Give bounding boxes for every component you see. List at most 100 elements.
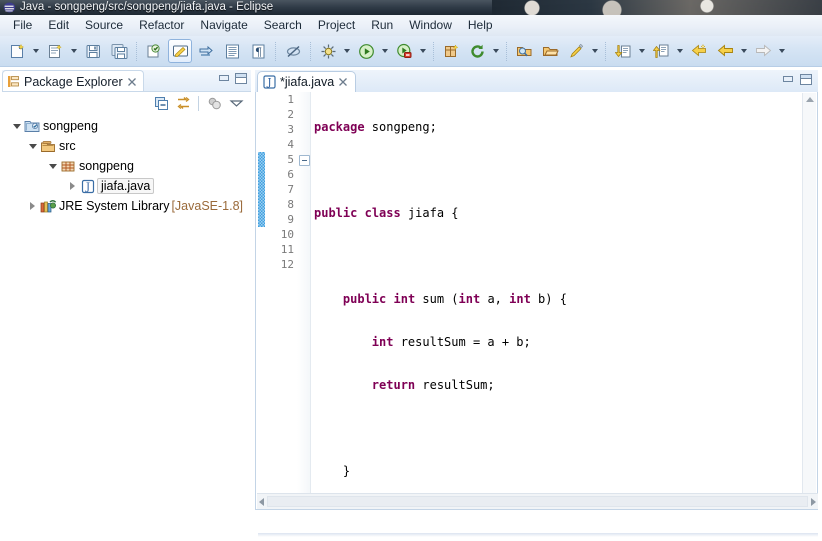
- run-external-tools-dropdown-arrow[interactable]: [417, 40, 428, 62]
- tree-item-source-folder[interactable]: src: [2, 136, 251, 156]
- run-icon[interactable]: [354, 39, 378, 63]
- menu-item-search[interactable]: Search: [256, 16, 310, 35]
- close-icon[interactable]: [338, 77, 348, 87]
- search-dropdown-arrow[interactable]: [589, 40, 600, 62]
- code-line: public int sum (int a, int b) {: [342, 292, 567, 306]
- skip-breakpoints-icon[interactable]: [281, 39, 305, 63]
- code-line: package songpeng;: [314, 120, 437, 134]
- twisty-open-icon[interactable]: [10, 116, 23, 136]
- editor-horizontal-scrollbar[interactable]: [257, 493, 818, 509]
- tab-package-explorer[interactable]: Package Explorer: [2, 70, 144, 92]
- next-annotation-icon[interactable]: [611, 39, 635, 63]
- eclipse-window: Java - songpeng/src/songpeng/jiafa.java …: [0, 0, 822, 541]
- eclipse-icon: [3, 2, 16, 13]
- close-icon[interactable]: [127, 77, 137, 87]
- line-number: 11: [280, 243, 294, 256]
- save-all-icon[interactable]: [107, 39, 131, 63]
- run-dropdown-arrow[interactable]: [379, 40, 390, 62]
- focus-on-active-task-icon[interactable]: [204, 94, 224, 113]
- open-task-icon[interactable]: [538, 39, 562, 63]
- refresh-icon[interactable]: [465, 39, 489, 63]
- new-wizard-dropdown-arrow[interactable]: [30, 40, 41, 62]
- menu-item-help[interactable]: Help: [460, 16, 501, 35]
- source-folder-icon: [39, 136, 57, 156]
- forward-dropdown-arrow[interactable]: [776, 40, 787, 62]
- scroll-left-arrow[interactable]: [259, 498, 264, 506]
- export-icon[interactable]: [194, 39, 218, 63]
- tree-item-java-file[interactable]: J jiafa.java: [2, 176, 251, 196]
- scroll-track[interactable]: [267, 496, 808, 507]
- code-line: int resultSum = a + b;: [371, 335, 531, 349]
- new-java-project-icon[interactable]: [439, 39, 463, 63]
- twisty-open-icon[interactable]: [46, 156, 59, 176]
- toggle-block-selection-icon[interactable]: [220, 39, 244, 63]
- debug-dropdown-arrow[interactable]: [341, 40, 352, 62]
- editor-panel: J *jiafa.java 1 2 3 4 5 6 7 8 9 10 11 12…: [255, 70, 818, 531]
- menu-item-file[interactable]: File: [5, 16, 40, 35]
- fold-collapse-icon[interactable]: [299, 155, 310, 166]
- new-java-class-icon[interactable]: [142, 39, 166, 63]
- line-number: 6: [287, 168, 294, 181]
- show-whitespace-icon[interactable]: ¶: [246, 39, 270, 63]
- back-dropdown-arrow[interactable]: [738, 40, 749, 62]
- line-number: 1: [287, 93, 294, 106]
- forward-icon[interactable]: [751, 39, 775, 63]
- package-explorer-toolbar: [2, 92, 251, 115]
- twisty-closed-icon[interactable]: [66, 176, 79, 196]
- new-wizard-icon[interactable]: [5, 39, 29, 63]
- run-external-tools-icon[interactable]: [392, 39, 416, 63]
- menu-item-navigate[interactable]: Navigate: [192, 16, 255, 35]
- editor-vertical-scrollbar[interactable]: [802, 93, 816, 509]
- java-file-icon: J: [263, 75, 276, 89]
- back-icon[interactable]: [713, 39, 737, 63]
- editor-window-buttons: [782, 74, 812, 85]
- open-type-icon[interactable]: [512, 39, 536, 63]
- scroll-up-arrow[interactable]: [803, 93, 816, 106]
- refresh-dropdown-arrow[interactable]: [490, 40, 501, 62]
- tree-item-label: src: [59, 139, 76, 153]
- previous-annotation-icon[interactable]: [649, 39, 673, 63]
- next-annotation-dropdown-arrow[interactable]: [636, 40, 647, 62]
- editor-marker-bar[interactable]: [257, 92, 266, 508]
- line-number: 8: [287, 198, 294, 211]
- tab-jiafa-java[interactable]: J *jiafa.java: [257, 71, 357, 92]
- editor-tab-label: *jiafa.java: [280, 75, 335, 89]
- minimize-button[interactable]: [218, 73, 229, 82]
- folding-ruler[interactable]: [297, 92, 311, 508]
- maximize-button[interactable]: [235, 73, 247, 84]
- tree-item-jre-library[interactable]: JRE System Library [JavaSE-1.8]: [2, 196, 251, 216]
- menu-item-edit[interactable]: Edit: [40, 16, 77, 35]
- save-icon[interactable]: [81, 39, 105, 63]
- code-area[interactable]: package songpeng; public class jiafa { p…: [311, 92, 801, 508]
- menu-item-refactor[interactable]: Refactor: [131, 16, 192, 35]
- edit-highlight-icon[interactable]: [168, 39, 192, 63]
- maximize-button[interactable]: [800, 74, 812, 85]
- tree-item-project[interactable]: songpeng: [2, 116, 251, 136]
- new-java-package-icon[interactable]: [43, 39, 67, 63]
- previous-annotation-dropdown-arrow[interactable]: [674, 40, 685, 62]
- menu-item-project[interactable]: Project: [310, 16, 363, 35]
- menu-item-window[interactable]: Window: [401, 16, 460, 35]
- twisty-open-icon[interactable]: [26, 136, 39, 156]
- minimize-button[interactable]: [782, 74, 793, 83]
- link-with-editor-icon[interactable]: [173, 94, 193, 113]
- debug-icon[interactable]: [316, 39, 340, 63]
- view-menu-icon[interactable]: [226, 94, 246, 113]
- tree-item-label: JRE System Library: [59, 199, 170, 213]
- twisty-closed-icon[interactable]: [26, 196, 39, 216]
- package-explorer-window-buttons: [218, 73, 247, 84]
- scroll-right-arrow[interactable]: [811, 498, 816, 506]
- tree-item-package[interactable]: songpeng: [2, 156, 251, 176]
- menu-item-source[interactable]: Source: [77, 16, 131, 35]
- search-icon[interactable]: [564, 39, 588, 63]
- line-number: 5: [287, 153, 294, 166]
- line-number: 4: [287, 138, 294, 151]
- toolbar-separator: [605, 41, 606, 61]
- window-title: Java - songpeng/src/songpeng/jiafa.java …: [20, 1, 274, 13]
- collapse-all-icon[interactable]: [151, 94, 171, 113]
- last-edit-location-icon[interactable]: [687, 39, 711, 63]
- new-java-package-dropdown-arrow[interactable]: [68, 40, 79, 62]
- window-shadow: [258, 533, 818, 537]
- menu-item-run[interactable]: Run: [363, 16, 401, 35]
